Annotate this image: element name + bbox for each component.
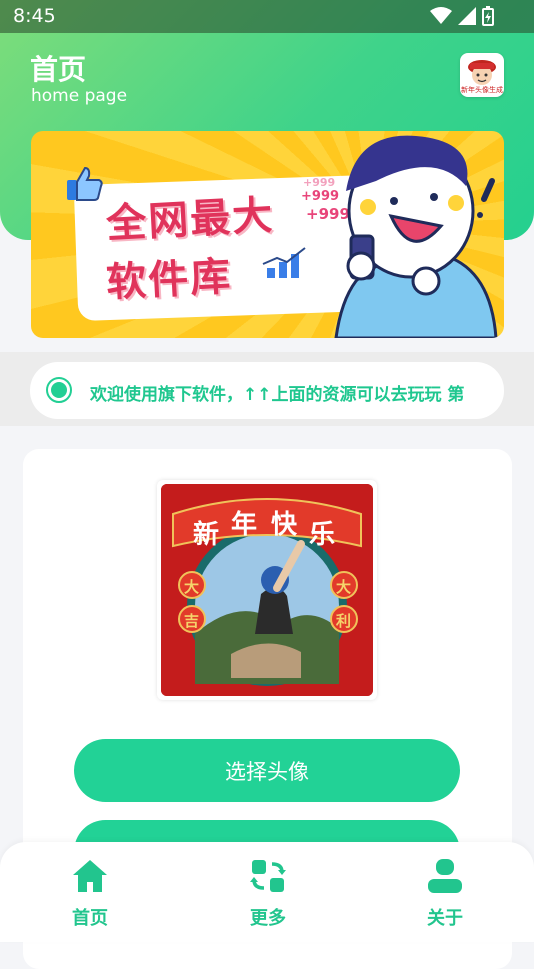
cartoon-man-illustration [334, 135, 498, 338]
tab-about-label: 关于 [427, 908, 463, 929]
choose-avatar-button[interactable]: 选择头像 [74, 739, 460, 802]
tab-home[interactable]: 首页 [40, 858, 140, 930]
page-title: 首页 [30, 53, 87, 86]
status-time: 8:45 [13, 5, 56, 27]
app-logo[interactable]: 新年头像生成 [460, 53, 504, 97]
battery-icon [482, 6, 494, 26]
status-icons [430, 6, 494, 26]
tab-more[interactable]: 更多 [218, 858, 318, 930]
avatar-image: 新 年 快 乐 大 吉 大 利 [161, 484, 373, 696]
notice-icon [46, 377, 72, 403]
avatar-title-char: 快 [271, 510, 298, 540]
status-bar: 8:45 [0, 0, 534, 33]
page-subtitle: home page [31, 86, 128, 106]
tab-more-label: 更多 [250, 908, 286, 929]
promo-banner[interactable]: 全网最大 软件库 +999 +999 +999 [31, 131, 504, 338]
bottom-tab-bar: 首页 更多 关于 [0, 842, 534, 942]
avatar-preview[interactable]: 新 年 快 乐 大 吉 大 利 [157, 480, 377, 700]
avatar-side-char: 大 [336, 578, 352, 596]
avatar-title-char: 年 [231, 510, 258, 540]
wifi-icon [430, 7, 452, 24]
tab-about[interactable]: 关于 [395, 858, 495, 930]
home-icon [73, 860, 107, 892]
notice-text: 欢迎使用旗下软件，↑↑上面的资源可以去玩玩 第 [90, 385, 465, 405]
banner-headline-2: 软件库 [105, 253, 234, 307]
banner-headline-1: 全网最大 [105, 192, 276, 248]
app-logo-text: 新年头像生成 [461, 86, 503, 94]
tab-home-label: 首页 [72, 908, 108, 929]
signal-icon [458, 7, 476, 25]
refresh-icon [250, 860, 286, 892]
avatar-side-char: 吉 [184, 612, 200, 630]
thumbs-up-icon [67, 166, 103, 201]
chart-up-icon [262, 247, 306, 278]
avatar-side-char: 利 [336, 612, 352, 630]
avatar-title-char: 乐 [309, 520, 336, 550]
avatar-title-char: 新 [193, 520, 220, 550]
user-icon [428, 859, 462, 893]
notice-marquee[interactable]: 欢迎使用旗下软件，↑↑上面的资源可以去玩玩 第 [30, 362, 504, 419]
avatar-side-char: 大 [184, 578, 200, 596]
